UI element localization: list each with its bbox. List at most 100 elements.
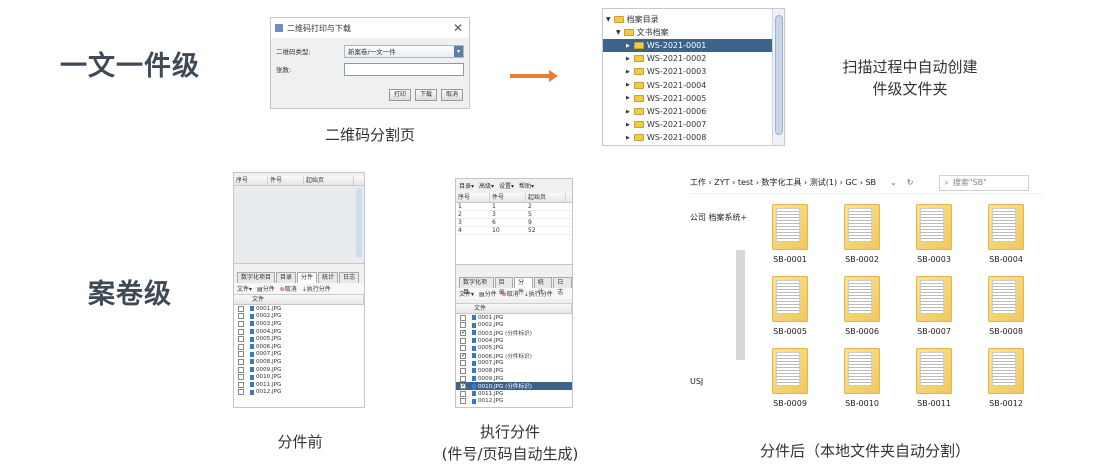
checkbox[interactable]	[460, 345, 466, 352]
exec-split-button[interactable]: ⇣执行分件	[302, 284, 331, 293]
list-item[interactable]: ✓ 0006.JPG (分件标识)	[456, 352, 572, 360]
address-bar[interactable]: 工作 › ZYT › test › 数字化工具 › 测试(1) › GC › S…	[690, 172, 1042, 194]
folder-tile[interactable]: SB-0012	[976, 346, 1036, 412]
tree-item[interactable]: ▶ WS-2021-0002	[603, 52, 773, 65]
checkbox[interactable]	[460, 360, 466, 367]
collapse-icon[interactable]: ▼	[606, 16, 611, 23]
folder-tile[interactable]: SB-0003	[904, 202, 964, 268]
tree-scrollbar[interactable]	[772, 9, 784, 145]
list-item[interactable]: 0011.JPG	[234, 381, 364, 389]
list-item[interactable]: 0007.JPG	[456, 360, 572, 368]
checkbox[interactable]: ✓	[460, 352, 466, 359]
exec-split-button[interactable]: ⇣执行分件	[524, 289, 553, 298]
tab-统计[interactable]: 统计	[318, 272, 339, 283]
chevron-right-icon[interactable]: ▶	[626, 135, 630, 141]
list-item[interactable]: 0002.JPG	[234, 313, 364, 321]
table-row[interactable]: 4 10 52	[456, 227, 572, 235]
close-icon[interactable]: ✕	[453, 21, 463, 35]
tree-child[interactable]: ▼ 文书档案	[603, 26, 773, 39]
chevron-right-icon[interactable]: ▶	[626, 69, 630, 75]
tab-数字化项目[interactable]: 数字化项目	[237, 272, 276, 283]
tree-root[interactable]: ▼ 档案目录	[603, 13, 773, 26]
checkbox[interactable]	[238, 328, 244, 335]
table-row[interactable]: 3 6 9	[456, 219, 572, 227]
tree-item[interactable]: ▶ WS-2021-0007	[603, 118, 773, 131]
chevron-down-icon[interactable]: ▾	[454, 45, 463, 57]
tree-item[interactable]: ▶ WS-2021-0004	[603, 79, 773, 92]
list-item[interactable]: 0003.JPG	[234, 320, 364, 328]
list-item[interactable]: 0005.JPG	[234, 335, 364, 343]
tab-日志[interactable]: 日志	[339, 272, 360, 283]
chevron-down-icon[interactable]: ⌄	[890, 178, 897, 187]
tree-item[interactable]: ▶ WS-2021-0005	[603, 92, 773, 105]
folder-tile[interactable]: SB-0008	[976, 274, 1036, 340]
tree-item[interactable]: ▶ WS-2021-0001	[603, 39, 773, 52]
checkbox[interactable]: ✓	[460, 329, 466, 336]
table-row[interactable]: 1 1 2	[456, 203, 572, 211]
tab-数字化项目[interactable]: 数字化项目	[459, 277, 494, 296]
list-item[interactable]: 0001.JPG	[234, 305, 364, 313]
collapse-icon[interactable]: ▼	[616, 29, 621, 36]
checkbox[interactable]	[460, 375, 466, 382]
tree-item[interactable]: ▶ WS-2021-0008	[603, 131, 773, 144]
list-item[interactable]: ✓ 0003.JPG (分件标识)	[456, 329, 572, 337]
list-item[interactable]: 0010.JPG	[234, 373, 364, 381]
search-input[interactable]: ⌕ 搜索"SB"	[939, 174, 1030, 191]
checkbox[interactable]	[238, 343, 244, 350]
folder-tile[interactable]: SB-0002	[832, 202, 892, 268]
cancel-button[interactable]: 取消	[440, 89, 463, 101]
checkbox[interactable]	[460, 322, 466, 329]
checkbox[interactable]	[238, 320, 244, 327]
menu-item[interactable]: 设置▾	[499, 181, 514, 190]
folder-tile[interactable]: SB-0001	[760, 202, 820, 268]
checkbox[interactable]	[238, 358, 244, 365]
checkbox[interactable]	[238, 389, 244, 396]
sidebar-item-usj[interactable]: USJ	[690, 377, 703, 386]
table-row[interactable]: 2 3 5	[456, 211, 572, 219]
cancel-split-button[interactable]: ⊗取消	[280, 284, 297, 293]
checkbox[interactable]	[460, 390, 466, 397]
tab-目录[interactable]: 目录	[494, 277, 514, 296]
list-item[interactable]: 0008.JPG	[456, 367, 572, 375]
list-item[interactable]: 0001.JPG	[456, 314, 572, 322]
chevron-right-icon[interactable]: ▶	[626, 82, 630, 88]
list-item[interactable]: 0011.JPG	[456, 390, 572, 398]
print-button[interactable]: 打印	[388, 89, 411, 101]
split-button[interactable]: ▤分件	[479, 289, 497, 298]
tab-日志[interactable]: 日志	[553, 277, 572, 296]
chevron-right-icon[interactable]: ▶	[626, 56, 630, 62]
chevron-right-icon[interactable]: ▶	[626, 109, 630, 115]
checkbox[interactable]	[460, 398, 466, 405]
checkbox[interactable]	[238, 351, 244, 358]
menu-item[interactable]: 高级▾	[479, 181, 494, 190]
checkbox[interactable]	[460, 337, 466, 344]
sidebar-item-company[interactable]: 公司 档案系统+	[690, 212, 747, 223]
sidebar-scrollbar[interactable]	[736, 250, 745, 360]
chevron-right-icon[interactable]: ▶	[626, 43, 630, 49]
tab-分件[interactable]: 分件	[514, 277, 533, 296]
list-item[interactable]: 0007.JPG	[234, 351, 364, 359]
refresh-icon[interactable]: ↻	[907, 178, 914, 187]
file-menu[interactable]: 文件▾	[237, 284, 252, 293]
list-item[interactable]: 0012.JPG	[234, 389, 364, 397]
folder-tile[interactable]: SB-0007	[904, 274, 964, 340]
file-menu[interactable]: 文件▾	[459, 289, 474, 298]
checkbox[interactable]	[238, 313, 244, 320]
qr-type-select[interactable]: 新案卷/一文一件 ▾	[344, 44, 464, 58]
folder-tile[interactable]: SB-0011	[904, 346, 964, 412]
checkbox[interactable]	[460, 314, 466, 321]
split-button[interactable]: ▤分件	[257, 284, 275, 293]
scroll-thumb[interactable]	[356, 188, 362, 258]
folder-tile[interactable]: SB-0009	[760, 346, 820, 412]
list-item[interactable]: 0008.JPG	[234, 358, 364, 366]
download-button[interactable]: 下载	[414, 89, 437, 101]
cancel-split-button[interactable]: ⊗取消	[502, 289, 519, 298]
list-item[interactable]: ✓ 0010.JPG (分件标识)	[456, 382, 572, 390]
menu-item[interactable]: 目录▾	[459, 181, 474, 190]
checkbox[interactable]	[238, 366, 244, 373]
menu-item[interactable]: 帮助▾	[519, 181, 534, 190]
folder-tile[interactable]: SB-0004	[976, 202, 1036, 268]
tab-分件[interactable]: 分件	[297, 272, 318, 283]
checkbox[interactable]	[460, 367, 466, 374]
checkbox[interactable]	[238, 305, 244, 312]
